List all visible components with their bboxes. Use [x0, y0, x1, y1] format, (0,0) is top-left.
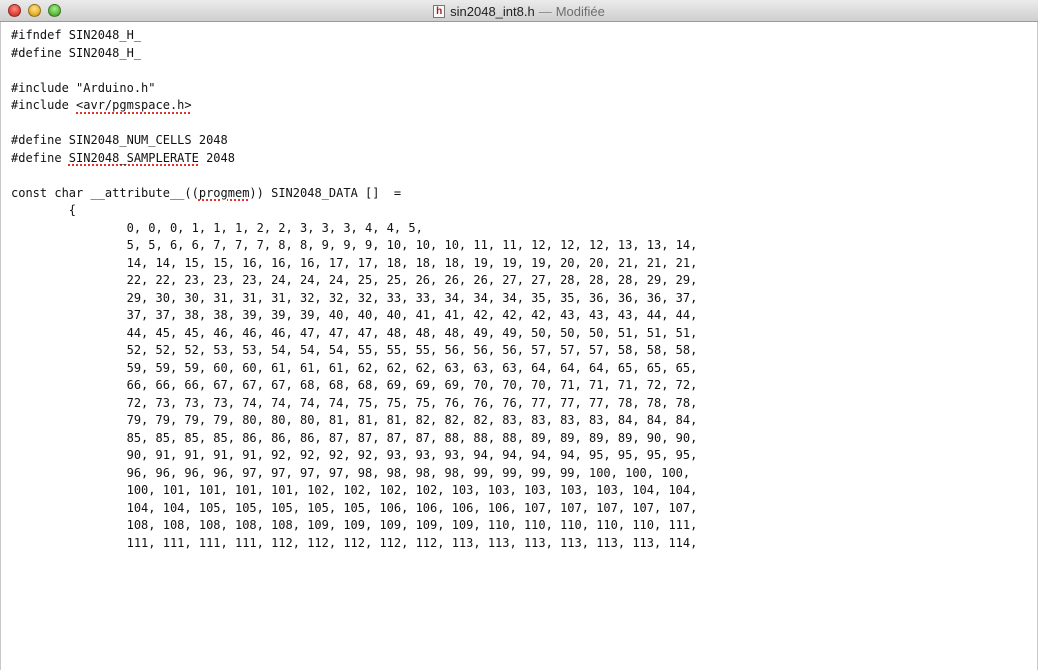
misspelled-word: <avr/pgmspace.h> — [76, 98, 192, 112]
title-bar[interactable]: h sin2048_int8.h — Modifiée — [0, 0, 1038, 22]
code-line: #ifndef SIN2048_H_ — [11, 27, 697, 45]
data-row: 90, 91, 91, 91, 91, 92, 92, 92, 92, 93, … — [11, 447, 698, 465]
misspelled-word: progmem — [198, 185, 250, 200]
data-values: 59, 59, 59, 60, 60, 61, 61, 61, 62, 62, … — [126, 360, 698, 375]
code-line: { — [11, 202, 697, 220]
data-values: 29, 30, 30, 31, 31, 31, 32, 32, 32, 33, … — [126, 290, 698, 305]
data-values: 37, 37, 38, 38, 39, 39, 39, 40, 40, 40, … — [126, 308, 698, 322]
data-values: 90, 91, 91, 91, 91, 92, 92, 92, 92, 93, … — [126, 448, 698, 462]
data-row: 37, 37, 38, 38, 39, 39, 39, 40, 40, 40, … — [11, 307, 698, 325]
misspelled-word: SIN2048_SAMPLERATE — [68, 150, 199, 165]
code-text: const char __attribute__(( — [11, 185, 199, 200]
data-values: 52, 52, 52, 53, 53, 54, 54, 54, 55, 55, … — [126, 343, 698, 357]
code-line: const char __attribute__((progmem)) SIN2… — [11, 185, 697, 203]
data-values: 5, 5, 6, 6, 7, 7, 7, 8, 8, 9, 9, 9, 10, … — [126, 238, 698, 252]
data-row: 14, 14, 15, 15, 16, 16, 16, 17, 17, 18, … — [11, 255, 698, 273]
code-line: #define SIN2048_H_ — [11, 45, 697, 63]
document-status: Modifiée — [555, 3, 605, 19]
data-values: 72, 73, 73, 73, 74, 74, 74, 74, 75, 75, … — [126, 395, 698, 410]
data-values: 14, 14, 15, 15, 16, 16, 16, 17, 17, 18, … — [126, 255, 698, 270]
data-row: 85, 85, 85, 85, 86, 86, 86, 87, 87, 87, … — [11, 430, 698, 448]
code-text: #include "Arduino.h" — [11, 80, 156, 95]
data-row: 111, 111, 111, 111, 112, 112, 112, 112, … — [11, 535, 698, 553]
code-text: #define — [11, 150, 69, 165]
data-row: 5, 5, 6, 6, 7, 7, 7, 8, 8, 9, 9, 9, 10, … — [11, 237, 698, 255]
data-row: 100, 101, 101, 101, 101, 102, 102, 102, … — [11, 482, 698, 500]
data-row: 108, 108, 108, 108, 108, 109, 109, 109, … — [11, 517, 698, 535]
text-editing-area[interactable]: #ifndef SIN2048_H_#define SIN2048_H_​#in… — [0, 22, 1038, 670]
data-row: 66, 66, 66, 67, 67, 67, 68, 68, 68, 69, … — [11, 377, 698, 395]
data-row: 0, 0, 0, 1, 1, 1, 2, 2, 3, 3, 3, 4, 4, 5… — [11, 220, 697, 238]
data-values: 0, 0, 0, 1, 1, 1, 2, 2, 3, 3, 3, 4, 4, 5… — [126, 220, 423, 235]
code-line: ​ — [11, 167, 697, 185]
data-values: 96, 96, 96, 96, 97, 97, 97, 97, 98, 98, … — [126, 465, 691, 480]
data-row: 59, 59, 59, 60, 60, 61, 61, 61, 62, 62, … — [11, 360, 698, 378]
data-values: 100, 101, 101, 101, 101, 102, 102, 102, … — [126, 483, 698, 497]
data-values: 108, 108, 108, 108, 108, 109, 109, 109, … — [126, 518, 698, 532]
code-text: #include — [11, 98, 77, 112]
code-text: )) SIN2048_DATA [] = — [249, 185, 402, 200]
code-line: #define SIN2048_SAMPLERATE 2048 — [11, 150, 697, 168]
window-filename: sin2048_int8.h — [450, 3, 535, 19]
code-line: ​ — [11, 115, 697, 133]
data-row: 52, 52, 52, 53, 53, 54, 54, 54, 55, 55, … — [11, 342, 698, 360]
data-values: 111, 111, 111, 111, 112, 112, 112, 112, … — [126, 535, 698, 550]
code-text: 2048 — [198, 150, 235, 165]
header-file-icon[interactable]: h — [433, 4, 446, 18]
data-values: 85, 85, 85, 85, 86, 86, 86, 87, 87, 87, … — [126, 430, 698, 445]
data-values: 104, 104, 105, 105, 105, 105, 105, 106, … — [126, 500, 698, 515]
data-row: 22, 22, 23, 23, 23, 24, 24, 24, 25, 25, … — [11, 272, 698, 290]
data-values: 22, 22, 23, 23, 23, 24, 24, 24, 25, 25, … — [126, 273, 698, 287]
code-text: #define SIN2048_NUM_CELLS 2048 — [11, 133, 228, 147]
code-line: #define SIN2048_NUM_CELLS 2048 — [11, 132, 697, 150]
code-text: #define SIN2048_H_ — [11, 45, 142, 60]
source-code[interactable]: #ifndef SIN2048_H_#define SIN2048_H_​#in… — [11, 27, 697, 552]
data-row: 104, 104, 105, 105, 105, 105, 105, 106, … — [11, 500, 698, 518]
code-text: #ifndef SIN2048_H_ — [11, 28, 142, 42]
text-editor-window: h sin2048_int8.h — Modifiée #ifndef SIN2… — [0, 0, 1038, 670]
data-row: 44, 45, 45, 46, 46, 46, 47, 47, 47, 48, … — [11, 325, 698, 343]
data-row: 29, 30, 30, 31, 31, 31, 32, 32, 32, 33, … — [11, 290, 698, 308]
data-values: 44, 45, 45, 46, 46, 46, 47, 47, 47, 48, … — [126, 325, 698, 340]
code-line: ​ — [11, 62, 697, 80]
title-separator: — — [538, 3, 552, 19]
code-text: { — [11, 203, 77, 217]
code-line: #include "Arduino.h" — [11, 80, 697, 98]
data-row: 72, 73, 73, 73, 74, 74, 74, 74, 75, 75, … — [11, 395, 698, 413]
window-title: h sin2048_int8.h — Modifiée — [0, 0, 1038, 22]
data-row: 96, 96, 96, 96, 97, 97, 97, 97, 98, 98, … — [11, 465, 697, 483]
data-values: 66, 66, 66, 67, 67, 67, 68, 68, 68, 69, … — [126, 378, 698, 392]
code-line: #include <avr/pgmspace.h> — [11, 97, 697, 115]
data-row: 79, 79, 79, 79, 80, 80, 80, 81, 81, 81, … — [11, 412, 698, 430]
data-values: 79, 79, 79, 79, 80, 80, 80, 81, 81, 81, … — [126, 413, 698, 427]
